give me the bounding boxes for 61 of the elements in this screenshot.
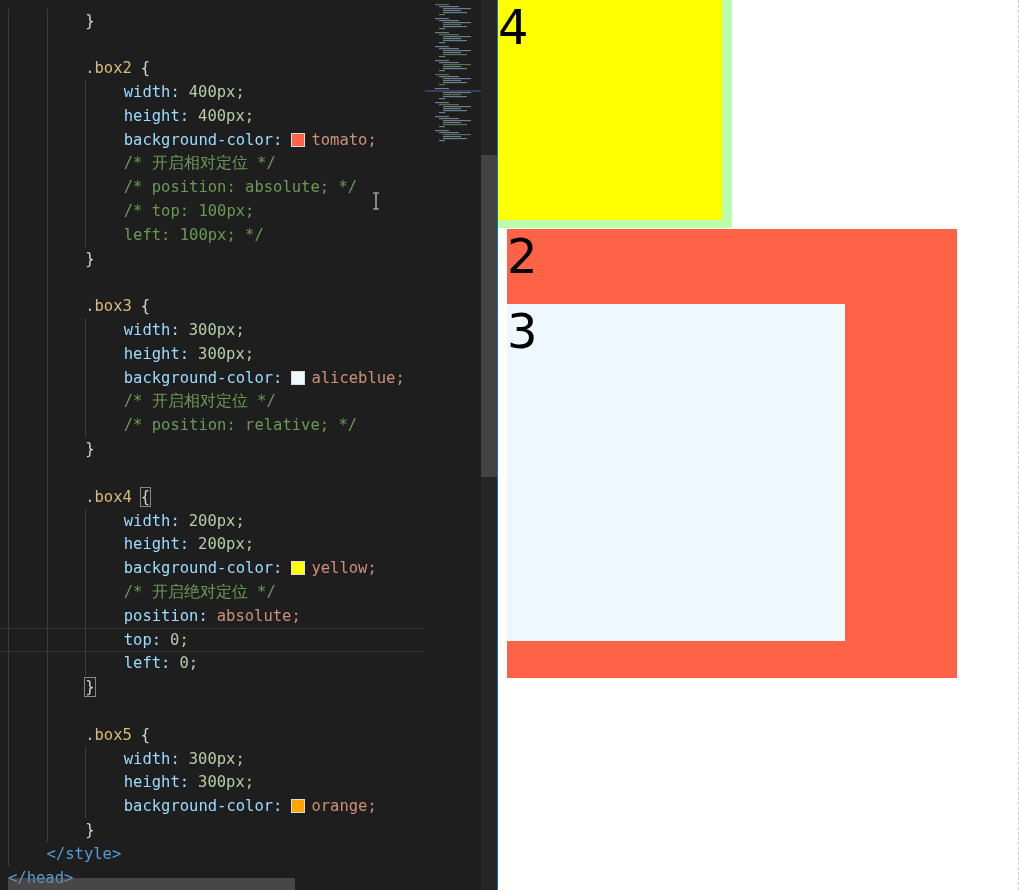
css-selector: .box3 [85, 297, 132, 316]
code-comment: /* 开启相对定位 */ [123, 153, 276, 175]
brace: } [85, 821, 95, 839]
code-comment: /* position: relative; */ [123, 416, 358, 435]
css-value: 0; [179, 654, 199, 673]
brace: } [85, 249, 95, 268]
css-value: 400px; [198, 107, 255, 126]
css-property: position: [123, 606, 208, 625]
text-cursor-icon [372, 192, 380, 210]
css-value: yellow; [311, 559, 377, 578]
color-swatch[interactable] [291, 799, 306, 814]
css-property: width: [123, 749, 180, 768]
css-value: 0; [170, 630, 189, 649]
css-property: background-color: [123, 559, 283, 578]
css-property: width: [123, 511, 180, 530]
color-swatch[interactable] [291, 132, 306, 147]
css-property: height: [123, 773, 190, 792]
css-property: background-color: [123, 797, 283, 816]
css-selector: .box5 [85, 725, 132, 744]
brace: } [85, 11, 95, 30]
css-property: background-color: [123, 130, 283, 149]
css-value: 400px; [188, 83, 245, 102]
css-value: 300px; [198, 345, 255, 364]
css-value: absolute; [216, 606, 301, 625]
brace: } [85, 440, 95, 459]
css-property: width: [123, 83, 180, 102]
code-comment: left: 100px; */ [123, 226, 264, 245]
code-comment: /* position: absolute; */ [123, 178, 358, 197]
css-property: height: [123, 107, 190, 126]
css-property: left: [123, 654, 171, 673]
colored-box: 4 [498, 0, 722, 220]
css-value: aliceblue; [311, 368, 405, 387]
css-property: top: [123, 630, 162, 649]
scrollbar-thumb[interactable] [481, 155, 497, 477]
css-selector: .box2 [85, 59, 132, 78]
css-value: orange; [311, 797, 377, 816]
brace: { [140, 725, 151, 744]
html-tag: </style> [46, 844, 122, 863]
colored-box: 3 2 [507, 229, 957, 678]
css-value: 300px; [188, 321, 245, 340]
css-value: 300px; [188, 749, 245, 768]
brace: { [140, 59, 151, 78]
css-value: 300px; [198, 773, 255, 792]
css-value: 200px; [198, 535, 255, 554]
code-comment: /* 开启相对定位 */ [123, 391, 276, 413]
css-selector: .box4 [85, 487, 132, 506]
brace: { [140, 297, 151, 316]
css-property: height: [123, 535, 190, 554]
brace: } [85, 678, 95, 697]
css-property: width: [123, 321, 180, 340]
css-property: background-color: [123, 368, 283, 387]
code-comment: /* top: 100px; [123, 202, 255, 221]
brace: { [140, 487, 151, 506]
code-comment: /* 开启绝对定位 */ [123, 581, 276, 603]
css-value: 200px; [188, 511, 245, 530]
html-tag: </head> [8, 868, 74, 887]
color-swatch[interactable] [291, 561, 306, 576]
colored-box: 3 [507, 304, 845, 641]
css-value: tomato; [311, 130, 377, 149]
css-property: height: [123, 345, 190, 364]
color-swatch[interactable] [291, 370, 306, 385]
